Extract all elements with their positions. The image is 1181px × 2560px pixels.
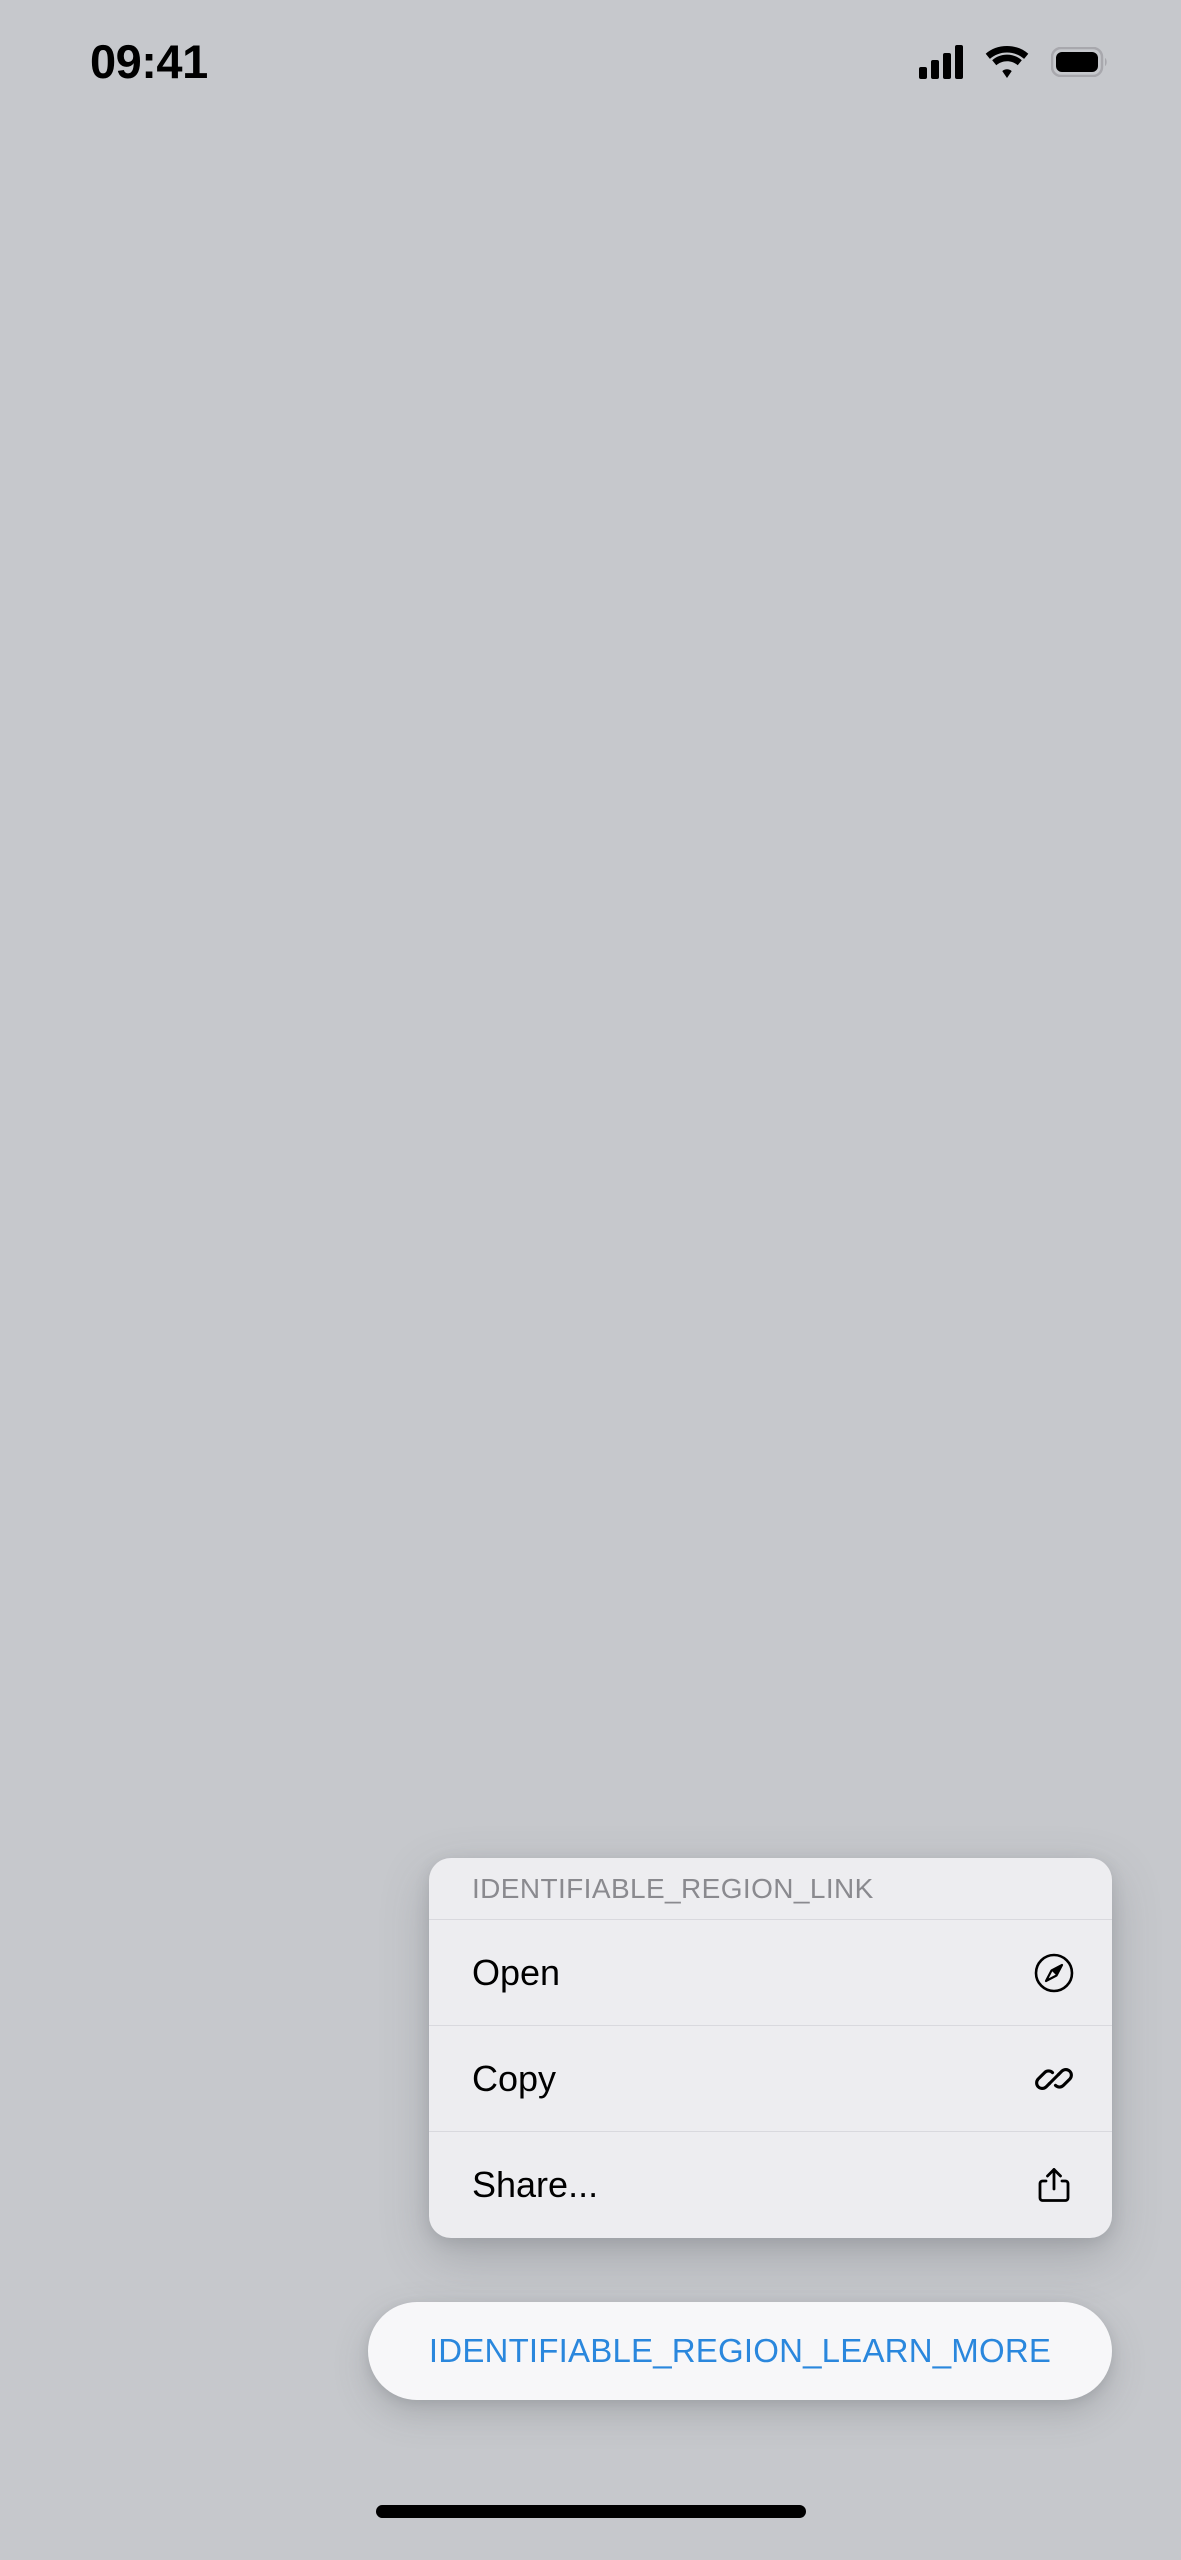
status-bar: 09:41 <box>0 0 1181 110</box>
link-chain-icon <box>1033 2058 1075 2100</box>
menu-item-share-label: Share... <box>472 2164 599 2205</box>
link-context-menu: IDENTIFIABLE_REGION_LINK Open Copy Share… <box>429 1858 1112 2238</box>
menu-item-copy-label: Copy <box>472 2057 557 2099</box>
battery-icon <box>1051 47 1107 77</box>
menu-item-share[interactable]: Share... <box>429 2132 1112 2238</box>
learn-more-button-label: IDENTIFIABLE_REGION_LEARN_MORE <box>428 2332 1052 2369</box>
status-bar-icons <box>919 31 1109 79</box>
menu-item-open[interactable]: Open <box>429 1920 1112 2026</box>
cellular-bars-icon <box>919 45 963 79</box>
safari-compass-icon <box>1033 1952 1075 1994</box>
menu-item-copy[interactable]: Copy <box>429 2026 1112 2132</box>
context-menu-header: IDENTIFIABLE_REGION_LINK <box>429 1858 1112 1920</box>
home-indicator[interactable] <box>375 2505 806 2518</box>
context-menu-header-label: IDENTIFIABLE_REGION_LINK <box>472 1872 874 1904</box>
learn-more-button[interactable]: IDENTIFIABLE_REGION_LEARN_MORE <box>368 2302 1112 2400</box>
status-bar-time: 09:41 <box>90 34 208 88</box>
wifi-icon <box>985 46 1029 78</box>
share-upload-icon <box>1033 2164 1075 2206</box>
menu-item-open-label: Open <box>472 1951 561 1993</box>
